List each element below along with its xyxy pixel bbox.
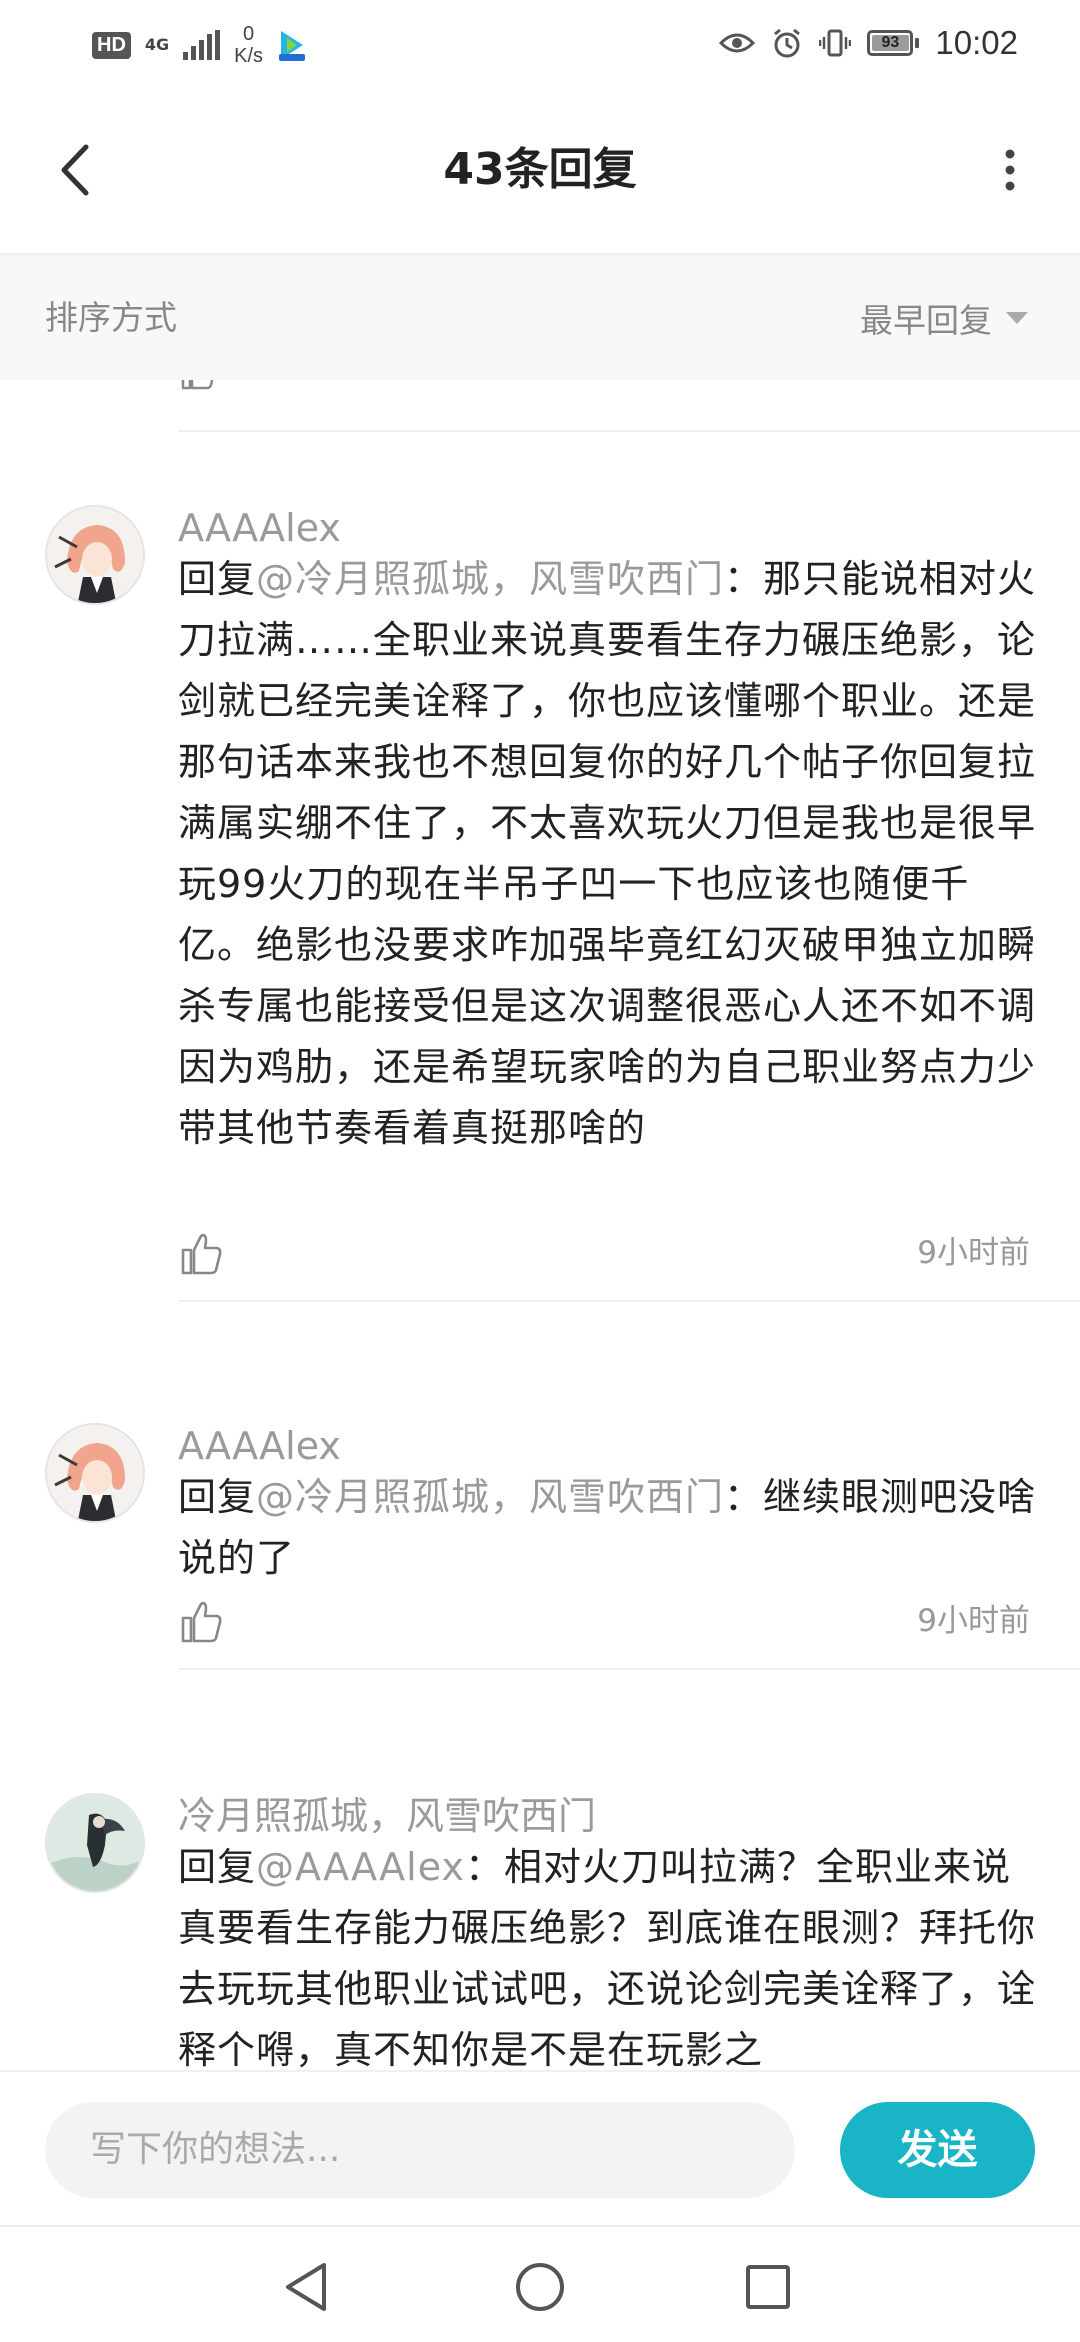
comment-feed[interactable]: AAAAlex 回复@冷月照孤城，风雪吹西门：那只能说相对火刀拉满……全职业来说… [0,380,1080,2070]
comment-text: ：那只能说相对火刀拉满……全职业来说真要看生存力碾压绝影，论剑就已经完美诠释了，… [178,557,1037,1150]
avatar[interactable] [45,1793,145,1893]
avatar-image [47,507,143,603]
comment-divider [178,1300,1080,1302]
dropdown-triangle-icon [1006,311,1028,324]
avatar-image [47,1795,143,1891]
nav-back-button[interactable] [272,2252,342,2322]
status-bar: HD 4G 0 K/s 93 10:02 [0,0,1080,90]
app-notification-icon [279,31,306,61]
system-nav-bar [0,2225,1080,2342]
vibrate-icon [819,29,852,57]
comment-timestamp: 9小时前 [917,1235,1030,1271]
thumbs-up-icon[interactable] [178,380,218,390]
send-button[interactable]: 发送 [840,2102,1035,2198]
alarm-icon [774,28,801,58]
sort-selected-value: 最早回复 [860,300,992,340]
nav-recents-icon [746,2265,790,2309]
reply-prefix: 回复 [178,1845,257,1889]
comment-timestamp: 9小时前 [917,1603,1030,1639]
comment-author[interactable]: AAAAlex [178,503,341,553]
network-speed: 0 K/s [234,23,263,67]
sort-dropdown[interactable]: 最早回复 [860,255,1030,380]
comment-body: 回复@冷月照孤城，风雪吹西门：那只能说相对火刀拉满……全职业来说真要看生存力碾压… [178,549,1038,1159]
comment-body: 回复@AAAAlex：相对火刀叫拉满？全职业来说真要看生存能力碾压绝影？到底谁在… [178,1837,1038,2070]
network-label: 4G [144,35,170,54]
battery-icon: 93 [867,30,920,56]
comment-divider [178,430,1080,432]
comment-body: 回复@冷月照孤城，风雪吹西门：继续眼测吧没啥说的了 [178,1467,1038,1589]
reply-input-bar: 写下你的想法... 发送 [0,2070,1080,2227]
status-right: 93 10:02 [719,20,1018,66]
nav-recents-button[interactable] [733,2252,803,2322]
speed-unit: K/s [234,45,264,67]
speed-value: 0 [243,23,255,45]
comment-author[interactable]: 冷月照孤城，风雪吹西门 [178,1791,596,1841]
comment-mention[interactable]: @冷月照孤城，风雪吹西门 [256,557,724,601]
signal-icon [183,30,221,60]
nav-home-button[interactable] [505,2252,575,2322]
clock: 10:02 [935,24,1018,61]
reply-prefix: 回复 [178,1475,257,1519]
more-options-button[interactable] [980,130,1040,210]
comment-mention[interactable]: @冷月照孤城，风雪吹西门 [256,1475,724,1519]
page-title: 43条回复 [443,144,637,195]
battery-level: 93 [881,34,900,51]
thumbs-up-icon[interactable] [178,1598,224,1644]
network-type: 4G [145,37,169,53]
hd-badge: HD [92,31,131,59]
avatar[interactable] [45,1423,145,1523]
sort-label: 排序方式 [45,298,177,337]
comment-mention[interactable]: @AAAAlex [256,1845,465,1889]
nav-home-icon [516,2263,564,2311]
avatar-image [47,1425,143,1521]
app-header: 43条回复 [0,90,1080,255]
comment-author[interactable]: AAAAlex [178,1421,341,1471]
eye-comfort-icon [719,33,756,53]
more-vertical-icon [1005,149,1015,191]
reply-prefix: 回复 [178,557,257,601]
nav-back-icon [286,2263,326,2311]
sort-bar: 排序方式 最早回复 [0,255,1080,380]
avatar[interactable] [45,505,145,605]
comment-divider [178,1668,1080,1670]
reply-input[interactable]: 写下你的想法... [45,2102,795,2198]
status-left: HD 4G 0 K/s [92,22,307,68]
thumbs-up-icon[interactable] [178,1230,224,1276]
